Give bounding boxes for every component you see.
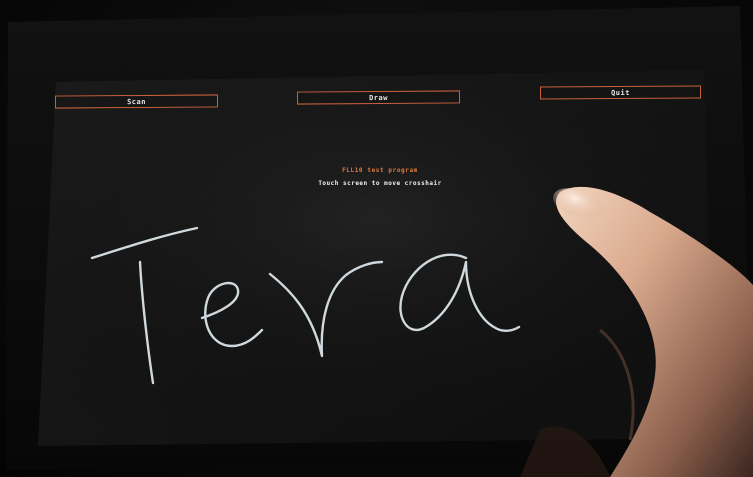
tablet-photo: Scan Draw Quit FLL10 test program Touch … xyxy=(0,0,753,477)
stroke-t-bar xyxy=(90,226,199,260)
finger xyxy=(520,186,753,477)
handwriting-tera xyxy=(90,226,521,385)
drawing-layer[interactable] xyxy=(0,0,753,477)
stroke-r xyxy=(268,260,384,358)
stroke-t-stem xyxy=(138,260,155,385)
stroke-a xyxy=(399,253,521,332)
stroke-e xyxy=(200,281,264,348)
